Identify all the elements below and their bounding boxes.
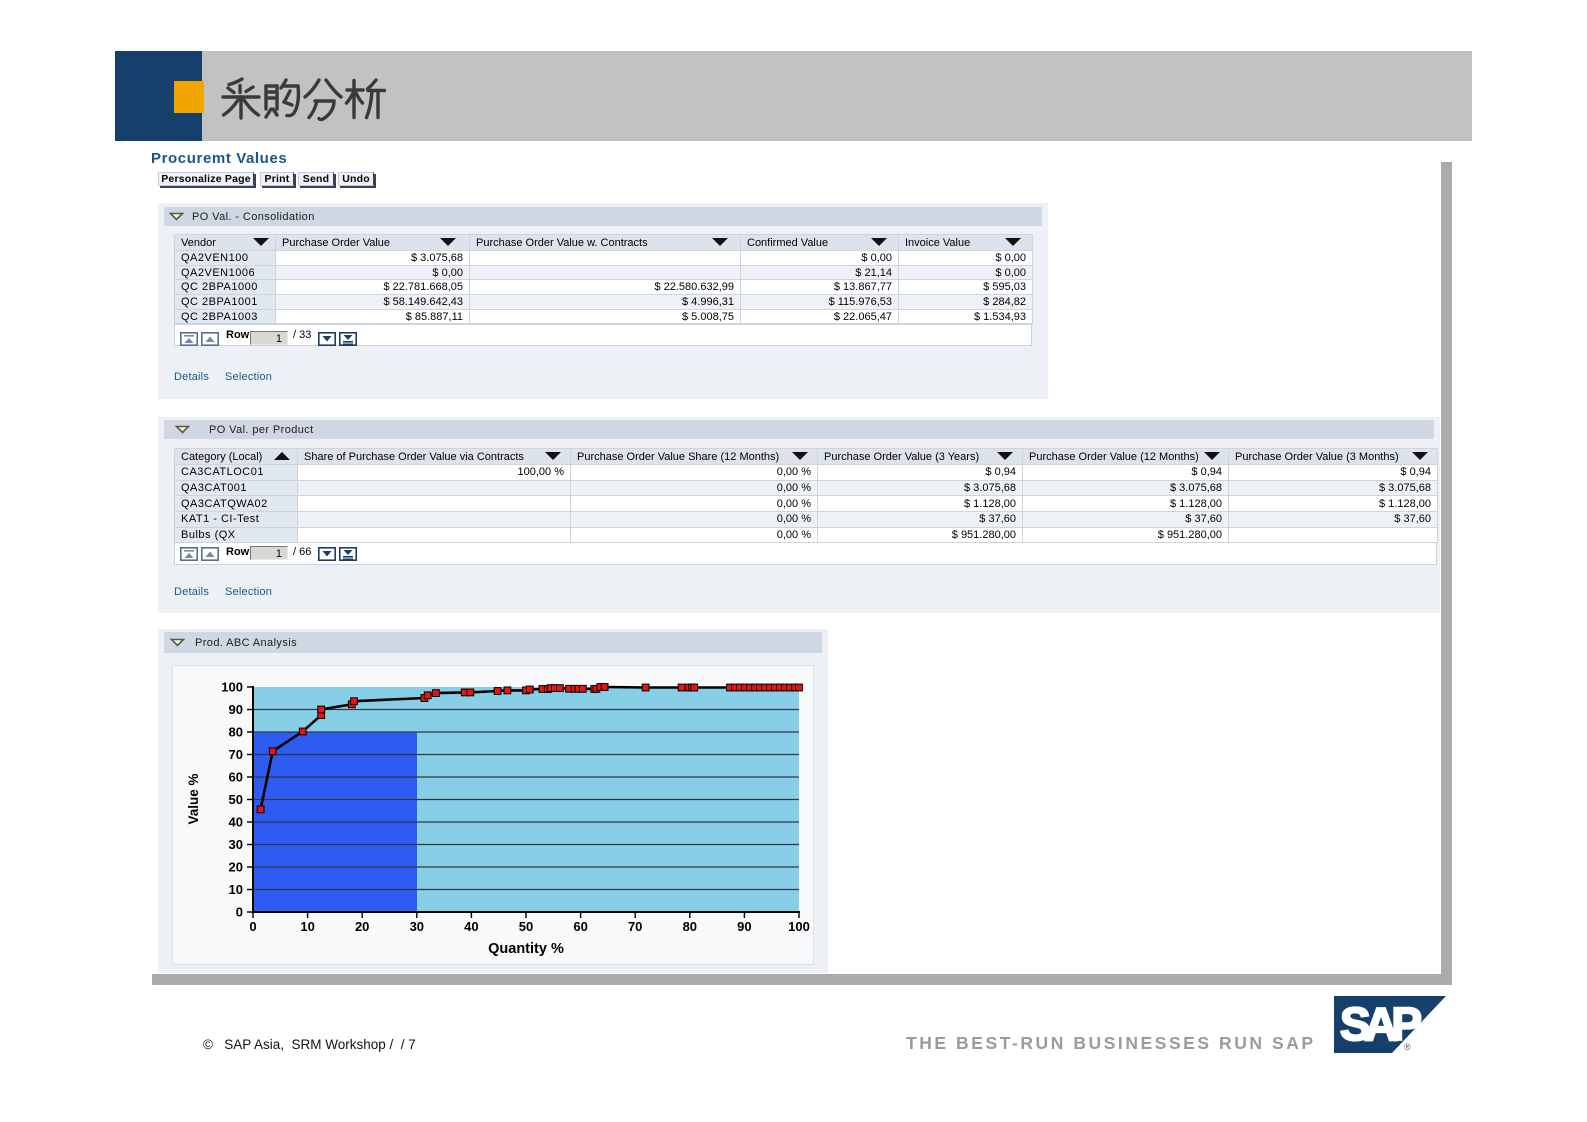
- svg-text:90: 90: [229, 702, 243, 717]
- svg-text:40: 40: [229, 815, 243, 830]
- svg-text:20: 20: [355, 919, 369, 934]
- svg-text:70: 70: [628, 919, 642, 934]
- svg-text:60: 60: [573, 919, 587, 934]
- svg-text:30: 30: [229, 837, 243, 852]
- svg-text:80: 80: [683, 919, 697, 934]
- svg-text:100: 100: [221, 680, 243, 695]
- svg-text:10: 10: [229, 882, 243, 897]
- svg-text:90: 90: [737, 919, 751, 934]
- svg-text:100: 100: [788, 919, 810, 934]
- svg-text:10: 10: [300, 919, 314, 934]
- svg-text:0: 0: [249, 919, 256, 934]
- svg-text:50: 50: [229, 792, 243, 807]
- svg-text:Value %: Value %: [186, 773, 201, 824]
- svg-text:70: 70: [229, 747, 243, 762]
- svg-text:60: 60: [229, 770, 243, 785]
- svg-text:0: 0: [236, 905, 243, 920]
- svg-text:30: 30: [410, 919, 424, 934]
- svg-text:Quantity %: Quantity %: [488, 941, 564, 957]
- svg-text:®: ®: [1404, 1042, 1411, 1052]
- svg-text:20: 20: [229, 860, 243, 875]
- svg-text:50: 50: [519, 919, 533, 934]
- svg-text:80: 80: [229, 725, 243, 740]
- svg-text:40: 40: [464, 919, 478, 934]
